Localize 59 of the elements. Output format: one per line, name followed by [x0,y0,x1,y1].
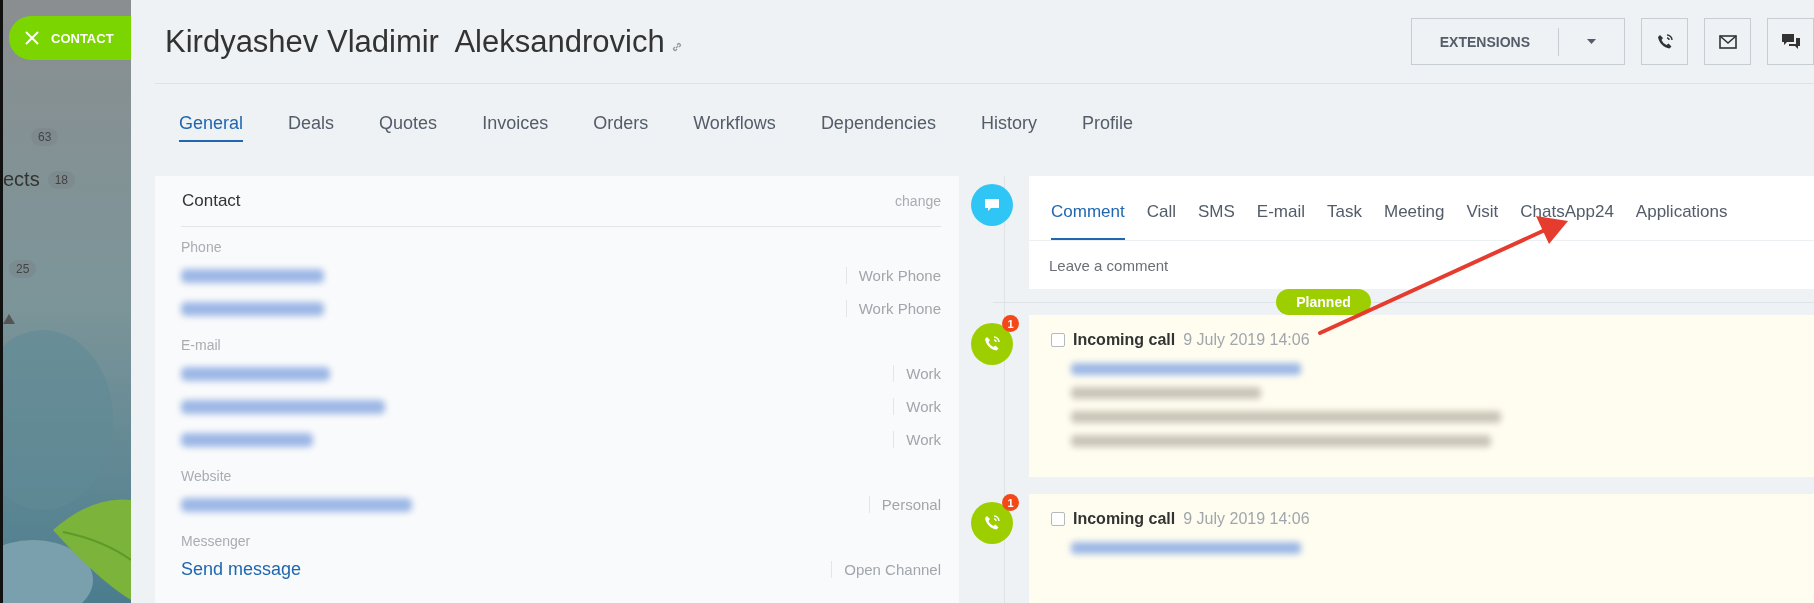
tab[interactable]: History [980,106,1037,142]
editor-tab[interactable]: E-mail [1256,202,1305,240]
editor-tab[interactable]: Comment [1051,202,1125,240]
badge-label: CONTACT [51,30,114,46]
editor-tab[interactable]: Applications [1635,202,1728,240]
field-type-label: Personal [868,496,941,513]
close-icon[interactable] [25,31,39,45]
section-label: Website [181,468,233,484]
call-date: 9 July 2019 14:06 [1183,510,1310,528]
editor-tab[interactable]: Meeting [1383,202,1445,240]
contact-name: Kirdyashev Vladimir Aleksandrovich [165,23,665,60]
warning-icon [3,313,15,325]
link-icon[interactable] [670,40,683,53]
caret-icon [1587,39,1596,44]
chat-icon [1780,32,1801,51]
field-type-label: Open Channel [831,561,941,578]
tab[interactable]: Deals [288,106,335,142]
field-type-label: Work [893,431,941,448]
sidebar-item-label[interactable]: ects [3,168,40,191]
counter-badge: 1 [1002,494,1019,511]
checkbox[interactable] [1051,512,1065,526]
call-title: Incoming call [1073,331,1176,349]
call-button[interactable] [1641,18,1688,65]
editor-tab[interactable]: Visit [1466,202,1499,240]
field-type-label: Work Phone [845,300,941,317]
tab[interactable]: Invoices [482,106,549,142]
tab[interactable]: Dependencies [820,106,936,142]
mail-button[interactable] [1704,18,1751,65]
phone-icon [1655,32,1674,51]
count-badge: 18 [47,170,76,189]
card-title: Contact [182,191,241,211]
field-type-label: Work Phone [845,267,941,284]
section-label: Messenger [181,533,252,549]
tab[interactable]: Profile [1082,106,1133,142]
comment-field[interactable]: Leave a comment [1029,241,1814,289]
tab[interactable]: Orders [593,106,649,142]
tab[interactable]: Quotes [379,106,438,142]
field-type-label: Work [893,365,941,382]
send-message-link[interactable]: Send message [181,559,302,580]
section-label: E-mail [181,337,222,353]
editor-tab[interactable]: ChatsApp24 [1520,202,1614,240]
count-badge: 63 [31,128,59,146]
chat-button[interactable] [1767,18,1814,65]
counter-badge: 1 [1002,315,1019,332]
checkbox[interactable] [1051,333,1065,347]
tab[interactable]: Workflows [693,106,776,142]
field-type-label: Work [893,398,941,415]
editor-tab[interactable]: Task [1327,202,1362,240]
comment-icon [971,184,1013,226]
planned-label: Planned [1276,289,1371,315]
count-badge: 25 [9,260,37,278]
extensions-button[interactable]: EXTENSIONS [1410,18,1625,65]
editor-tab[interactable]: SMS [1198,202,1235,240]
editor-tab[interactable]: Call [1146,202,1176,240]
call-date: 9 July 2019 14:06 [1183,331,1310,349]
section-label: Phone [181,239,223,255]
call-title: Incoming call [1073,510,1176,528]
tab[interactable]: General [179,106,244,142]
envelope-icon [1718,34,1737,49]
